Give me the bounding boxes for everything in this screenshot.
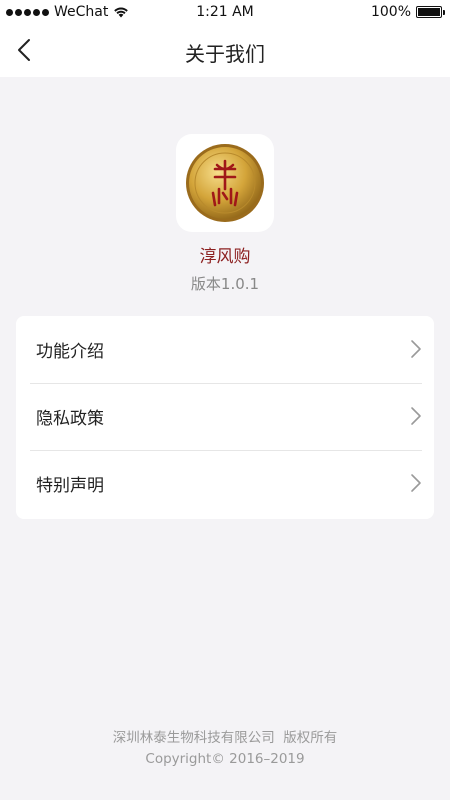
menu-item-features[interactable]: 功能介绍: [16, 316, 434, 383]
footer-copyright: Copyright© 2016–2019: [145, 751, 305, 767]
battery-fill: [418, 8, 440, 16]
battery-icon: [416, 6, 445, 18]
chevron-right-icon: [411, 407, 421, 425]
app-logo: [176, 134, 274, 232]
page-title: 关于我们: [185, 42, 265, 66]
app-name: 淳风购: [199, 247, 251, 267]
battery-percent: 100%: [370, 4, 411, 20]
menu-item-privacy[interactable]: 隐私政策: [16, 383, 434, 450]
nav-bar: 关于我们: [0, 24, 450, 77]
menu-item-label: 功能介绍: [36, 342, 104, 362]
app-version: 版本1.0.1: [190, 275, 260, 293]
about-menu: 功能介绍 隐私政策 特别声明: [16, 316, 434, 519]
menu-item-label: 隐私政策: [36, 409, 104, 429]
status-right: 100%: [370, 4, 445, 20]
menu-item-label: 特别声明: [36, 476, 104, 496]
chevron-right-icon: [411, 474, 421, 492]
status-bar: WeChat 1:21 AM 100%: [0, 0, 450, 24]
app-logo-icon: [186, 144, 264, 222]
chevron-right-icon: [411, 340, 421, 358]
footer-company: 深圳林泰生物科技有限公司 版权所有: [112, 730, 338, 746]
menu-item-disclaimer[interactable]: 特别声明: [16, 450, 434, 517]
footer: 深圳林泰生物科技有限公司 版权所有 Copyright© 2016–2019: [0, 728, 450, 770]
